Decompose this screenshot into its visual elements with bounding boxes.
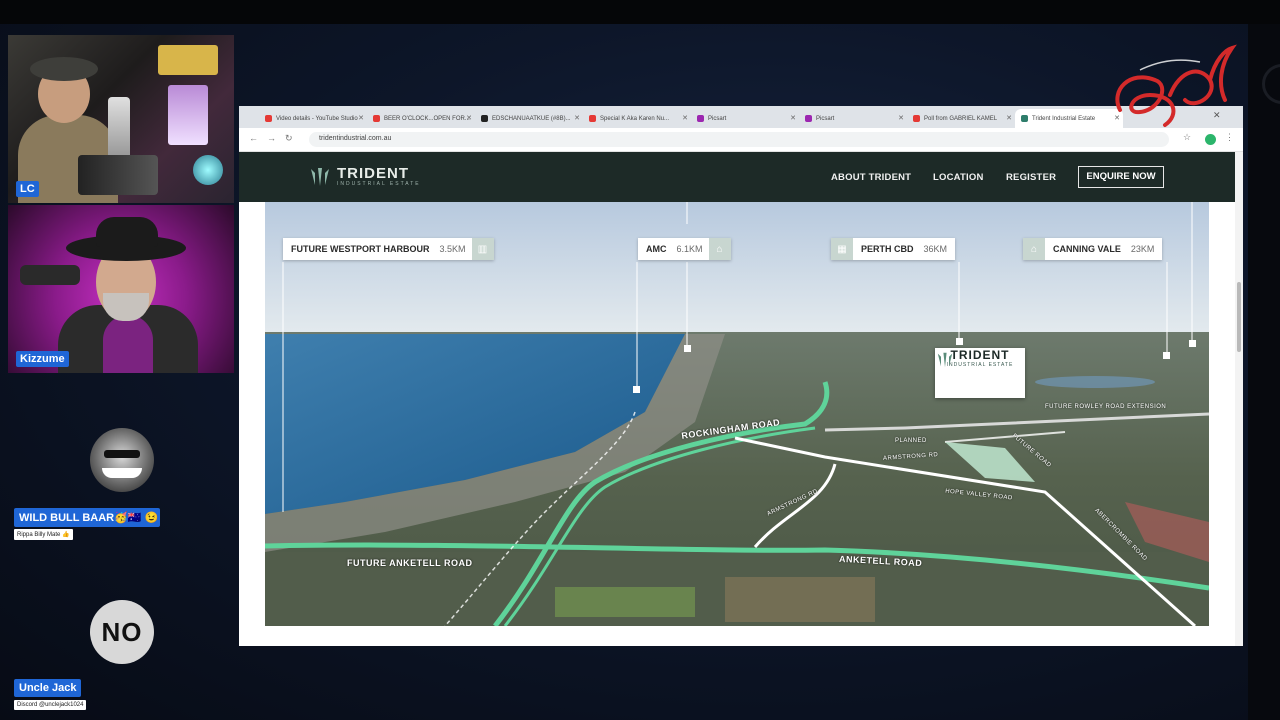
back-icon[interactable]: ← [249,133,258,143]
close-tab-icon[interactable]: ✕ [682,114,688,122]
road-label-planned: PLANNED [895,438,927,444]
trident-icon [1021,115,1028,122]
close-tab-icon[interactable]: ✕ [466,114,472,122]
reload-icon[interactable]: ↻ [285,133,293,144]
youtube-icon [589,115,596,122]
trident-logo-icon [937,352,953,368]
site-header: TRIDENT INDUSTRIAL ESTATE ABOUT TRIDENT … [239,152,1235,202]
marker-dot [633,386,640,393]
participant-name: Uncle Jack [14,679,82,697]
person-shirt [103,315,153,373]
marker-dot [1163,352,1170,359]
top-dark-bar [0,0,1280,24]
cap [30,57,98,81]
road-label-rowley: FUTURE ROWLEY ROAD EXTENSION [1045,404,1167,410]
tab-strip: Video details - YouTube Studio ✕ BEER O'C… [239,106,1243,128]
nav-about[interactable]: ABOUT TRIDENT [831,172,911,183]
right-side-strip [1248,24,1280,720]
logo-text: TRIDENT [337,165,409,182]
address-bar: ← → ↻ tridentindustrial.com.au ☆ ⋮ [239,128,1243,152]
avatar-text: NO [101,616,143,647]
fan-light [193,155,223,185]
participant-avatar-wildbull[interactable] [90,428,154,492]
field [555,587,695,617]
nav-register[interactable]: REGISTER [1006,172,1056,183]
nav-location[interactable]: LOCATION [933,172,984,183]
tab-youtube-studio[interactable]: Video details - YouTube Studio ✕ [259,109,367,128]
participant-name: WILD BULL BAAR🥳🇦🇺 😉 [14,508,160,527]
city-icon: ▦ [831,238,853,260]
callout-perth-cbd: ▦ PERTH CBD 36KM [831,238,956,260]
scrollbar-thumb[interactable] [1237,282,1241,352]
signature-watermark [1115,44,1237,127]
harbour-icon: ▥ [471,238,494,260]
lamp-decoration [168,85,208,145]
callout-amc: AMC 6.1KM ⌂ [638,238,731,260]
url-field[interactable]: tridentindustrial.com.au [309,132,1169,147]
participant-subtitle: Discord @unclejack1024 [14,700,87,710]
road-label-future-anketell: FUTURE ANKETELL ROAD [347,558,473,568]
marker-dot [1189,340,1196,347]
picsart-icon [805,115,812,122]
youtube-icon [265,115,272,122]
tab-edschan[interactable]: EDSCHANUAATKUE (#8B)... ✕ [475,109,583,128]
participant-video-lc[interactable]: LC [8,35,234,203]
logo-subtext: INDUSTRIAL ESTATE [337,181,421,187]
tab-picsart-1[interactable]: Picsart ✕ [691,109,799,128]
close-tab-icon[interactable]: ✕ [574,114,580,122]
close-tab-icon[interactable]: ✕ [1006,114,1012,122]
close-tab-icon[interactable]: ✕ [790,114,796,122]
marker-dot [684,345,691,352]
callout-westport: FUTURE WESTPORT HARBOUR 3.5KM ▥ [283,238,494,260]
avatar-smile [102,468,142,478]
trident-logo-icon [311,168,329,186]
factory-icon: ⌂ [708,238,731,260]
tab-picsart-2[interactable]: Picsart ✕ [799,109,907,128]
tab-beer-oclock[interactable]: BEER O'CLOCK...OPEN FOR... ✕ [367,109,475,128]
field [725,577,875,622]
tab-poll[interactable]: Poll from GABRIEL KAMEL ✕ [907,109,1015,128]
marker-dot [956,338,963,345]
lake [1035,376,1155,388]
tab-special-k[interactable]: Special K Aka Karen Nu... ✕ [583,109,691,128]
extension-icon[interactable] [1205,134,1216,145]
microphone [20,265,80,285]
keyboard [78,155,158,195]
trident-logo[interactable]: TRIDENT INDUSTRIAL ESTATE [309,165,421,187]
ring-decoration [1262,64,1280,104]
browser-window: Video details - YouTube Studio ✕ BEER O'C… [239,106,1243,646]
participant-video-kizzume[interactable]: Kizzume [8,205,234,373]
trident-site-marker[interactable]: TRIDENT INDUSTRIAL ESTATE [935,348,1025,398]
location-aerial-map: FUTURE WESTPORT HARBOUR 3.5KM ▥ AMC 6.1KM … [265,202,1209,626]
building-icon: ⌂ [1023,238,1045,260]
cowboy-hat-crown [96,217,158,247]
forward-icon[interactable]: → [267,133,276,143]
participant-label: Kizzume [16,351,69,367]
participant-avatar-unclejack[interactable]: NO [90,600,154,664]
x-icon [481,115,488,122]
participant-label: LC [16,181,39,197]
close-tab-icon[interactable]: ✕ [898,114,904,122]
page-scrollbar[interactable] [1235,152,1243,646]
enquire-now-button[interactable]: ENQUIRE NOW [1078,166,1164,188]
shelf-decoration [158,45,218,75]
close-tab-icon[interactable]: ✕ [358,114,364,122]
participant-subtitle: Rippa Billy Mate 👍 [14,529,73,540]
avatar-glasses [104,450,140,458]
callout-canning-vale: ⌂ CANNING VALE 23KM [1023,238,1163,260]
youtube-icon [913,115,920,122]
sky [265,202,1209,342]
youtube-icon [373,115,380,122]
picsart-icon [697,115,704,122]
